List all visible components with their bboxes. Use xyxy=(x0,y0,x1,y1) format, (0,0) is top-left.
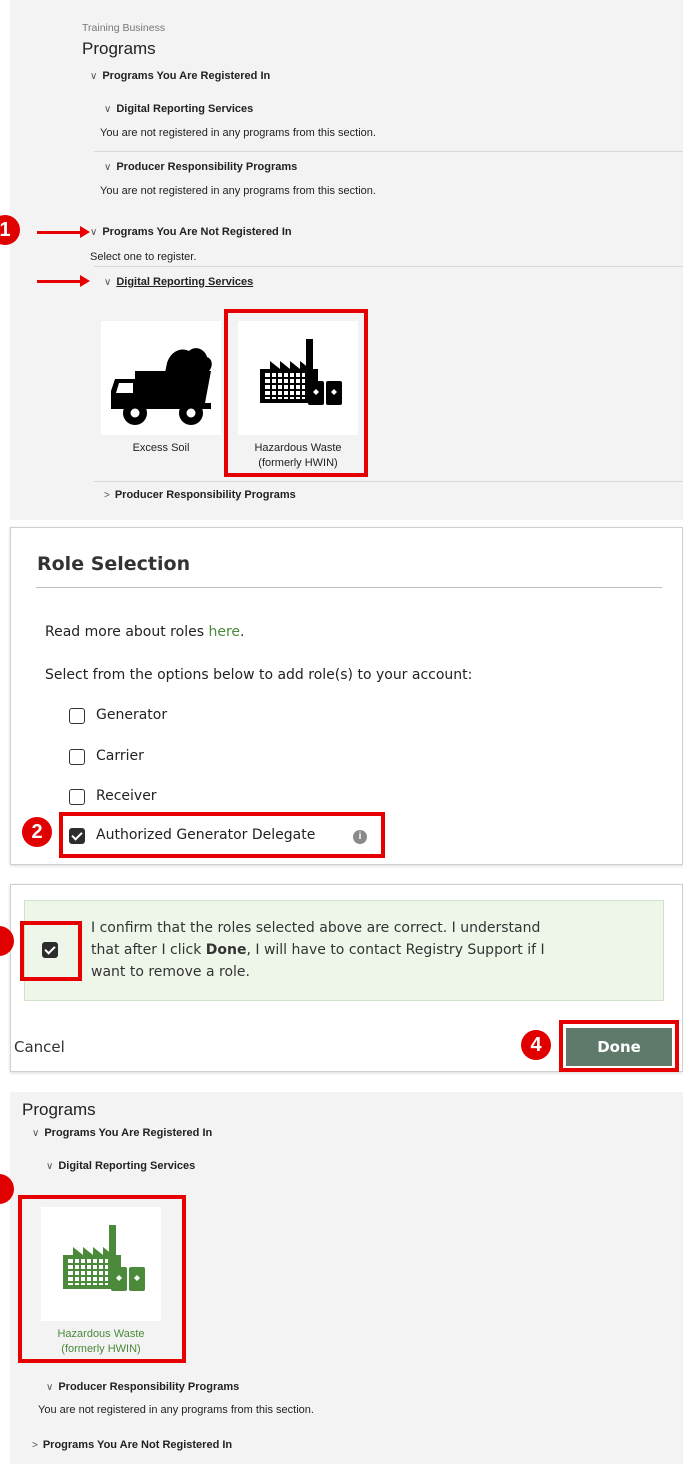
subsection-prp[interactable]: ∨ Producer Responsibility Programs xyxy=(104,161,297,173)
divider xyxy=(94,151,683,152)
section-not-registered[interactable]: ∨ Programs You Are Not Registered In xyxy=(90,226,292,238)
subsection-drs[interactable]: ∨ Digital Reporting Services xyxy=(46,1160,195,1172)
divider xyxy=(94,481,683,482)
annotation-arrow xyxy=(37,226,90,238)
role-label-receiver: Receiver xyxy=(96,788,157,804)
empty-message: You are not registered in any programs f… xyxy=(100,185,376,197)
section-registered[interactable]: ∨ Programs You Are Registered In xyxy=(32,1127,212,1139)
section-prp-collapsed[interactable]: > Producer Responsibility Programs xyxy=(104,489,296,501)
cancel-button[interactable]: Cancel xyxy=(14,1038,65,1056)
checkbox-carrier[interactable] xyxy=(69,749,85,765)
dialog-title: Role Selection xyxy=(37,553,191,575)
tile-excess-soil[interactable] xyxy=(101,321,221,435)
role-label-generator: Generator xyxy=(96,707,168,723)
page-title: Programs xyxy=(82,39,156,58)
chevron-down-icon: ∨ xyxy=(104,162,112,173)
dump-truck-icon xyxy=(111,348,212,425)
chevron-down-icon: ∨ xyxy=(46,1161,54,1172)
breadcrumb: Training Business xyxy=(82,22,166,34)
empty-message: You are not registered in any programs f… xyxy=(100,127,376,139)
instruction-text: Select from the options below to add rol… xyxy=(45,667,473,683)
section-not-registered[interactable]: > Programs You Are Not Registered In xyxy=(32,1439,232,1451)
chevron-right-icon: > xyxy=(104,490,110,501)
chevron-down-icon: ∨ xyxy=(90,71,98,82)
read-more-text: Read more about roles here. xyxy=(45,624,245,640)
role-label-carrier: Carrier xyxy=(96,748,144,764)
chevron-down-icon: ∨ xyxy=(46,1382,54,1393)
annotation-box xyxy=(559,1020,679,1072)
confirm-text: I confirm that the roles selected above … xyxy=(91,920,545,980)
chevron-down-icon: ∨ xyxy=(90,227,98,238)
step-badge-4: 4 xyxy=(521,1030,551,1060)
subsection-prp[interactable]: ∨ Producer Responsibility Programs xyxy=(46,1381,239,1393)
divider xyxy=(94,266,683,267)
empty-message: You are not registered in any programs f… xyxy=(38,1404,314,1416)
annotation-box xyxy=(224,309,368,477)
page-title: Programs xyxy=(22,1100,96,1119)
roles-link[interactable]: here xyxy=(208,624,240,640)
step-badge-2: 2 xyxy=(22,817,52,847)
subsection-drs[interactable]: ∨ Digital Reporting Services xyxy=(104,103,253,115)
link-drs[interactable]: ∨ Digital Reporting Services xyxy=(104,276,253,288)
chevron-down-icon: ∨ xyxy=(32,1128,40,1139)
chevron-down-icon: ∨ xyxy=(104,104,112,115)
checkbox-receiver[interactable] xyxy=(69,789,85,805)
annotation-arrow xyxy=(37,275,90,287)
checkbox-generator[interactable] xyxy=(69,708,85,724)
annotation-box xyxy=(18,1195,186,1363)
chevron-down-icon: ∨ xyxy=(104,277,112,288)
section-registered[interactable]: ∨ Programs You Are Registered In xyxy=(90,70,270,82)
annotation-box xyxy=(59,812,385,858)
divider xyxy=(36,587,662,588)
chevron-right-icon: > xyxy=(32,1440,38,1451)
annotation-box xyxy=(20,921,82,981)
select-instruction: Select one to register. xyxy=(90,251,197,263)
tile-label: Excess Soil xyxy=(132,442,190,454)
